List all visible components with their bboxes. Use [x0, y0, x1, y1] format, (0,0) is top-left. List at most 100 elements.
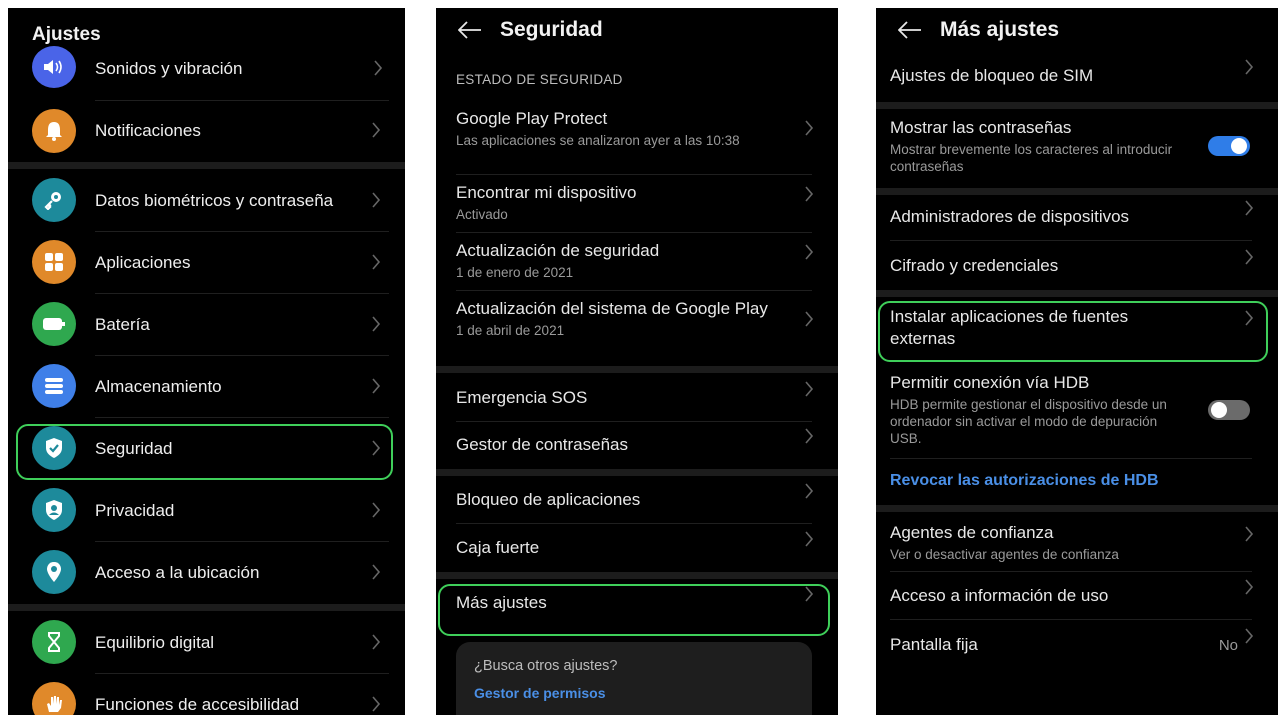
- chevron-right-icon: [804, 185, 814, 203]
- row-subtitle: Mostrar brevemente los caracteres al int…: [890, 142, 1173, 174]
- page-header: Más ajustes: [898, 12, 1059, 48]
- location-pin-icon: [32, 550, 76, 594]
- page-title: Más ajustes: [940, 18, 1060, 41]
- hdb-toggle[interactable]: [1208, 400, 1250, 420]
- settings-item-notifications[interactable]: Notificaciones: [95, 121, 201, 141]
- row-safe[interactable]: Caja fuerte: [456, 538, 788, 558]
- row-show-passwords[interactable]: Mostrar las contraseñas Mostrar brevemen…: [890, 118, 1188, 175]
- bell-icon: [32, 109, 76, 153]
- row-subtitle: Las aplicaciones se analizaron ayer a la…: [456, 133, 740, 148]
- page-title: Seguridad: [500, 18, 603, 41]
- row-label: Google Play Protect: [456, 109, 608, 128]
- settings-item-sounds[interactable]: Sonidos y vibración: [95, 59, 242, 79]
- permissions-manager-link[interactable]: Gestor de permisos: [474, 685, 606, 701]
- chevron-right-icon: [373, 59, 383, 77]
- settings-item-accessibility[interactable]: Funciones de accesibilidad: [95, 695, 299, 715]
- chevron-right-icon: [804, 585, 814, 603]
- revoke-hdb-link[interactable]: Revocar las autorizaciones de HDB: [890, 472, 1159, 490]
- row-emergency-sos[interactable]: Emergencia SOS: [456, 388, 788, 408]
- row-subtitle: HDB permite gestionar el dispositivo des…: [890, 397, 1167, 446]
- more-settings-panel: Más ajustes Ajustes de bloqueo de SIM Mo…: [876, 8, 1278, 715]
- row-more-settings[interactable]: Más ajustes: [456, 593, 788, 613]
- chevron-right-icon: [371, 315, 381, 333]
- row-install-external-apps[interactable]: Instalar aplicaciones de fuentes externa…: [890, 306, 1188, 350]
- card-question: ¿Busca otros ajustes?: [474, 658, 618, 674]
- row-subtitle: 1 de abril de 2021: [456, 323, 565, 338]
- settings-item-storage[interactable]: Almacenamiento: [95, 377, 222, 397]
- chevron-right-icon: [804, 119, 814, 137]
- back-arrow-icon[interactable]: [458, 19, 482, 41]
- row-trust-agents[interactable]: Agentes de confianza Ver o desactivar ag…: [890, 523, 1228, 562]
- show-passwords-toggle[interactable]: [1208, 136, 1250, 156]
- chevron-right-icon: [804, 427, 814, 445]
- chevron-right-icon: [804, 380, 814, 398]
- settings-item-digital-balance[interactable]: Equilibrio digital: [95, 633, 214, 653]
- chevron-right-icon: [371, 633, 381, 651]
- page-header: Seguridad: [458, 12, 603, 48]
- row-subtitle: 1 de enero de 2021: [456, 265, 574, 280]
- chevron-right-icon: [804, 482, 814, 500]
- chevron-right-icon: [1244, 578, 1254, 596]
- settings-item-biometrics[interactable]: Datos biométricos y contraseña: [95, 191, 333, 211]
- chevron-right-icon: [1244, 309, 1254, 327]
- row-subtitle: Ver o desactivar agentes de confianza: [890, 547, 1119, 562]
- row-label: Agentes de confianza: [890, 523, 1054, 542]
- row-label: Actualización de seguridad: [456, 241, 660, 260]
- chevron-right-icon: [371, 563, 381, 581]
- row-label: Encontrar mi dispositivo: [456, 183, 637, 202]
- chevron-right-icon: [371, 253, 381, 271]
- row-device-admins[interactable]: Administradores de dispositivos: [890, 207, 1228, 227]
- hand-icon: [32, 682, 76, 715]
- shield-check-icon: [32, 426, 76, 470]
- row-google-play-protect[interactable]: Google Play Protect Las aplicaciones se …: [456, 109, 788, 149]
- row-usage-access[interactable]: Acceso a información de uso: [890, 586, 1228, 606]
- chevron-right-icon: [1244, 525, 1254, 543]
- chevron-right-icon: [371, 377, 381, 395]
- chevron-right-icon: [371, 439, 381, 457]
- row-subtitle: Activado: [456, 207, 508, 222]
- row-sim-lock[interactable]: Ajustes de bloqueo de SIM: [890, 66, 1228, 86]
- toggle-knob: [1211, 402, 1227, 418]
- row-label: Permitir conexión vía HDB: [890, 373, 1090, 392]
- chevron-right-icon: [371, 501, 381, 519]
- settings-item-privacy[interactable]: Privacidad: [95, 501, 174, 521]
- page-title: Ajustes: [32, 24, 101, 45]
- settings-item-battery[interactable]: Batería: [95, 315, 150, 335]
- battery-icon: [32, 302, 76, 346]
- suggestion-card: ¿Busca otros ajustes? Gestor de permisos: [456, 642, 812, 715]
- settings-item-security[interactable]: Seguridad: [95, 439, 173, 459]
- row-hdb-connection[interactable]: Permitir conexión vía HDB HDB permite ge…: [890, 373, 1188, 447]
- chevron-right-icon: [1244, 248, 1254, 266]
- chevron-right-icon: [1244, 58, 1254, 76]
- chevron-right-icon: [804, 310, 814, 328]
- row-screen-pinning[interactable]: Pantalla fija: [890, 635, 1228, 655]
- settings-item-location[interactable]: Acceso a la ubicación: [95, 563, 259, 583]
- key-icon: [32, 178, 76, 222]
- settings-item-apps[interactable]: Aplicaciones: [95, 253, 190, 273]
- speaker-icon: [32, 46, 76, 88]
- row-app-lock[interactable]: Bloqueo de aplicaciones: [456, 490, 788, 510]
- chevron-right-icon: [1244, 627, 1254, 645]
- storage-icon: [32, 364, 76, 408]
- chevron-right-icon: [1244, 199, 1254, 217]
- chevron-right-icon: [804, 243, 814, 261]
- security-panel: Seguridad ESTADO DE SEGURIDAD Google Pla…: [436, 8, 838, 715]
- chevron-right-icon: [371, 695, 381, 713]
- back-arrow-icon[interactable]: [898, 19, 922, 41]
- apps-grid-icon: [32, 240, 76, 284]
- row-encryption[interactable]: Cifrado y credenciales: [890, 256, 1228, 276]
- screen-pinning-value: No: [1218, 637, 1238, 654]
- chevron-right-icon: [804, 530, 814, 548]
- settings-panel: Ajustes Sonidos y vibración Notificacion…: [8, 8, 405, 715]
- section-header: ESTADO DE SEGURIDAD: [456, 72, 623, 87]
- toggle-knob: [1231, 138, 1247, 154]
- row-find-my-device[interactable]: Encontrar mi dispositivo Activado: [456, 183, 788, 222]
- row-label: Actualización del sistema de Google Play: [456, 299, 768, 318]
- row-security-update[interactable]: Actualización de seguridad 1 de enero de…: [456, 241, 788, 280]
- chevron-right-icon: [371, 121, 381, 139]
- row-label: Mostrar las contraseñas: [890, 118, 1072, 137]
- hourglass-icon: [32, 620, 76, 664]
- row-password-manager[interactable]: Gestor de contraseñas: [456, 435, 788, 455]
- row-google-play-system-update[interactable]: Actualización del sistema de Google Play…: [456, 299, 768, 338]
- privacy-shield-icon: [32, 488, 76, 532]
